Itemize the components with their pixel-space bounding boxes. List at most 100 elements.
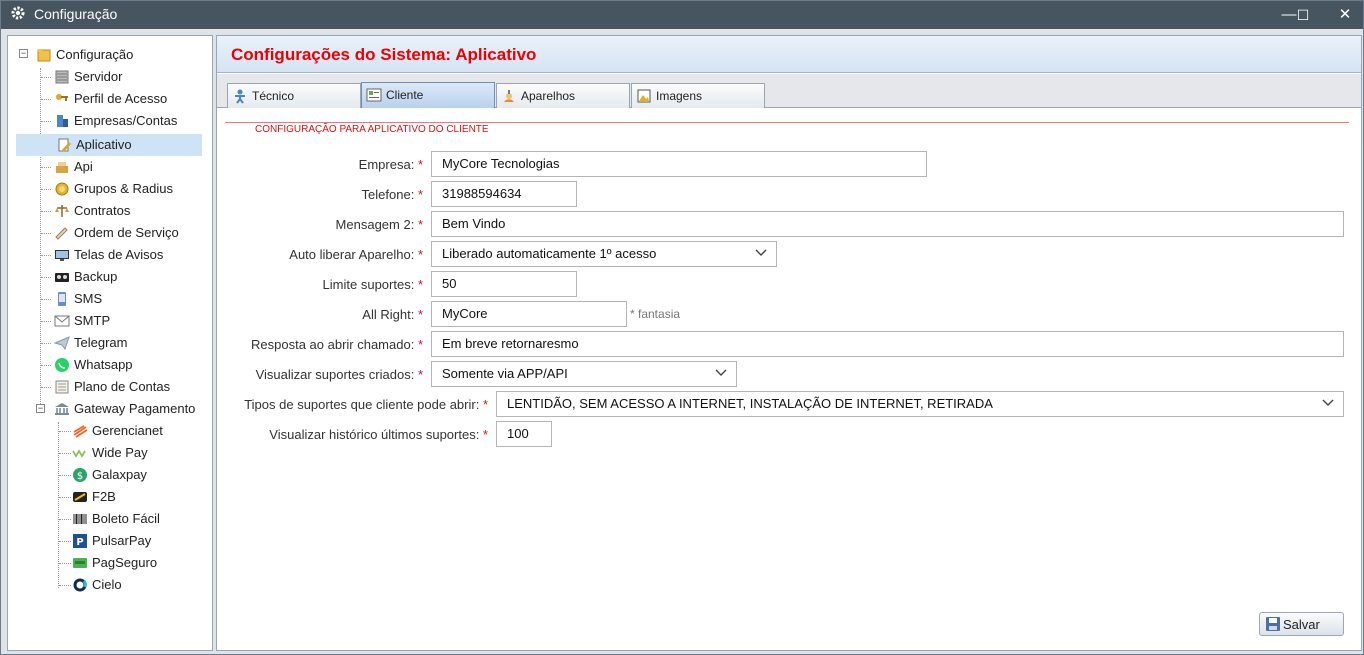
telegram-icon	[54, 336, 70, 351]
tree-item-label: SMS	[74, 291, 103, 306]
title-bar: Configuração — ☐ ✕	[1, 1, 1363, 29]
limite-label: Limite suportes: *	[322, 277, 423, 292]
tree-item-label: Wide Pay	[92, 445, 148, 460]
tree-guide	[59, 585, 71, 586]
select-value: LENTIDÃO, SEM ACESSO A INTERNET, INSTALA…	[507, 396, 993, 411]
image-icon	[637, 89, 651, 103]
fieldset-legend: CONFIGURAÇÃO PARA APLICATIVO DO CLIENTE	[251, 124, 493, 135]
select-value: Somente via APP/API	[442, 366, 568, 381]
visualizar-label: Visualizar suportes criados: *	[255, 367, 423, 382]
pagseguro-icon	[73, 558, 87, 568]
server-icon	[55, 70, 69, 84]
tree-guide	[41, 387, 51, 388]
fantasia-hint: * fantasia	[630, 307, 681, 321]
f2b-icon	[73, 492, 87, 502]
save-button[interactable]: Salvar	[1259, 612, 1344, 636]
tree-guide	[59, 541, 71, 542]
tree-item-label: Perfil de Acesso	[74, 91, 168, 106]
tab-cliente[interactable]: Cliente	[361, 82, 495, 108]
telefone-input[interactable]: 31988594634	[431, 181, 577, 207]
tree-guide	[41, 211, 51, 212]
mail-icon	[54, 315, 70, 327]
tab-label: Aparelhos	[521, 89, 576, 103]
visualizar-select[interactable]: Somente via APP/API	[431, 361, 737, 387]
empresa-label: Empresa: *	[358, 157, 423, 172]
tree-guide	[41, 77, 51, 78]
tree-guide	[40, 68, 41, 406]
config-tree: − Configuração Servidor Perfil de Acesso Emp…	[7, 35, 213, 651]
tree-guide	[59, 519, 71, 520]
maximize-button[interactable]: ☐	[1290, 4, 1316, 26]
tree-item-label: Servidor	[74, 69, 123, 84]
resposta-input[interactable]: Em breve retornaresmo	[431, 331, 1344, 357]
tab-imagens[interactable]: Imagens	[631, 83, 765, 108]
tab-label: Cliente	[386, 88, 424, 102]
historico-input[interactable]: 100	[496, 421, 552, 447]
client-config-form: CONFIGURAÇÃO PARA APLICATIVO DO CLIENTE …	[217, 109, 1361, 650]
close-button[interactable]: ✕	[1332, 4, 1358, 26]
empresa-input[interactable]: MyCore Tecnologias	[431, 151, 927, 177]
svg-text:$: $	[77, 471, 83, 482]
tree-guide	[41, 121, 51, 122]
pulsarpay-icon: P	[73, 534, 87, 548]
backup-icon	[55, 273, 69, 282]
mensagem2-input[interactable]: Bem Vindo	[431, 211, 1344, 237]
bank-icon	[55, 403, 69, 415]
select-value: Liberado automaticamente 1º acesso	[442, 246, 657, 261]
tree-item-label: Telegram	[74, 335, 128, 350]
tree-item-label: Cielo	[92, 577, 122, 592]
tipos-select[interactable]: LENTIDÃO, SEM ACESSO A INTERNET, INSTALA…	[496, 391, 1344, 417]
tree-guide	[41, 167, 51, 168]
tree-item-label: Empresas/Contas	[74, 113, 178, 128]
collapse-toggle[interactable]: −	[19, 49, 28, 58]
config-window: Configuração — ☐ ✕ − Configuração Servidor…	[0, 0, 1364, 655]
galaxpay-icon: $	[73, 468, 87, 482]
tree-item-label: Grupos & Radius	[74, 181, 173, 196]
resposta-label: Resposta ao abrir chamado: *	[251, 337, 423, 352]
phone-icon	[58, 292, 66, 306]
tab-strip: Técnico Cliente Aparelhos Imagens	[217, 74, 1361, 108]
limite-input[interactable]: 50	[431, 271, 577, 297]
panel-header: Configurações do Sistema: Aplicativo	[217, 36, 1361, 73]
whatsapp-icon	[55, 358, 69, 372]
tree-item-label: SMTP	[74, 313, 111, 328]
mensagem2-label: Mensagem 2: *	[335, 217, 423, 232]
widepay-icon	[72, 449, 86, 458]
gerencianet-icon	[73, 425, 88, 438]
tab-aparelhos[interactable]: Aparelhos	[496, 83, 630, 108]
collapse-toggle[interactable]: −	[36, 404, 45, 413]
svg-text:P: P	[76, 537, 83, 548]
key-icon	[56, 94, 68, 101]
coin-icon	[55, 182, 69, 196]
window-title: Configuração	[34, 6, 118, 22]
tree-guide	[41, 343, 51, 344]
tree-item-label: Ordem de Serviço	[74, 225, 179, 240]
auto-liberar-select[interactable]: Liberado automaticamente 1º acesso	[431, 241, 777, 267]
client-icon	[366, 88, 382, 102]
scales-icon	[55, 205, 69, 217]
building-icon	[57, 115, 68, 127]
cielo-icon	[73, 578, 87, 592]
barcode-icon	[73, 514, 87, 524]
tree-guide	[41, 277, 51, 278]
api-icon	[56, 162, 68, 173]
tab-tecnico[interactable]: Técnico	[227, 83, 361, 108]
page-title: Configurações do Sistema: Aplicativo	[231, 45, 537, 64]
tree-item-label: F2B	[92, 489, 116, 504]
tree-item-label: PagSeguro	[92, 555, 158, 570]
pencil-icon	[55, 227, 68, 240]
main-panel: Configurações do Sistema: Aplicativo Téc…	[216, 35, 1362, 651]
tree-item-label: Plano de Contas	[74, 379, 171, 394]
tree-guide	[59, 497, 71, 498]
floppy-disk-icon	[1266, 617, 1280, 631]
fieldset-border	[225, 122, 1349, 123]
tree-item-label: Whatsapp	[74, 357, 133, 372]
tree-guide	[59, 431, 71, 432]
all-right-input[interactable]: MyCore	[431, 301, 627, 327]
tree-guide	[41, 233, 51, 234]
tree-guide	[41, 99, 51, 100]
tree-item-label: Boleto Fácil	[92, 511, 160, 526]
tree-item-aplicativo[interactable]: Aplicativo	[16, 134, 202, 156]
tree-item-label: Configuração	[56, 47, 134, 62]
tree-item-label: Api	[74, 159, 93, 174]
